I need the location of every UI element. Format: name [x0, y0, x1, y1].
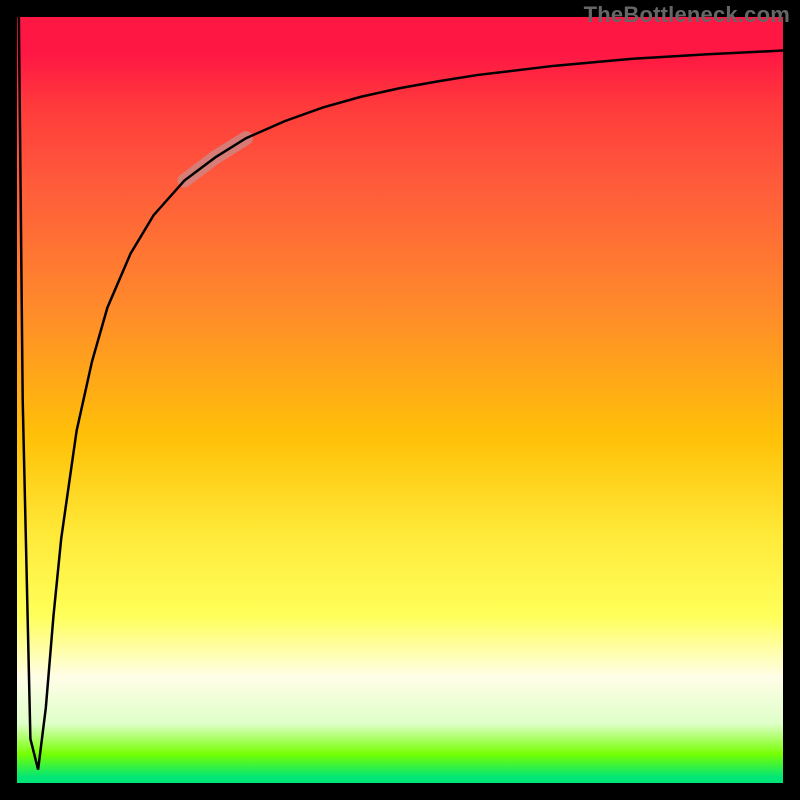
curve-layer: [15, 15, 785, 785]
plot-area: [15, 15, 785, 785]
watermark-text: TheBottleneck.com: [584, 2, 790, 28]
bottleneck-curve-line: [19, 15, 785, 770]
chart-container: TheBottleneck.com: [0, 0, 800, 800]
